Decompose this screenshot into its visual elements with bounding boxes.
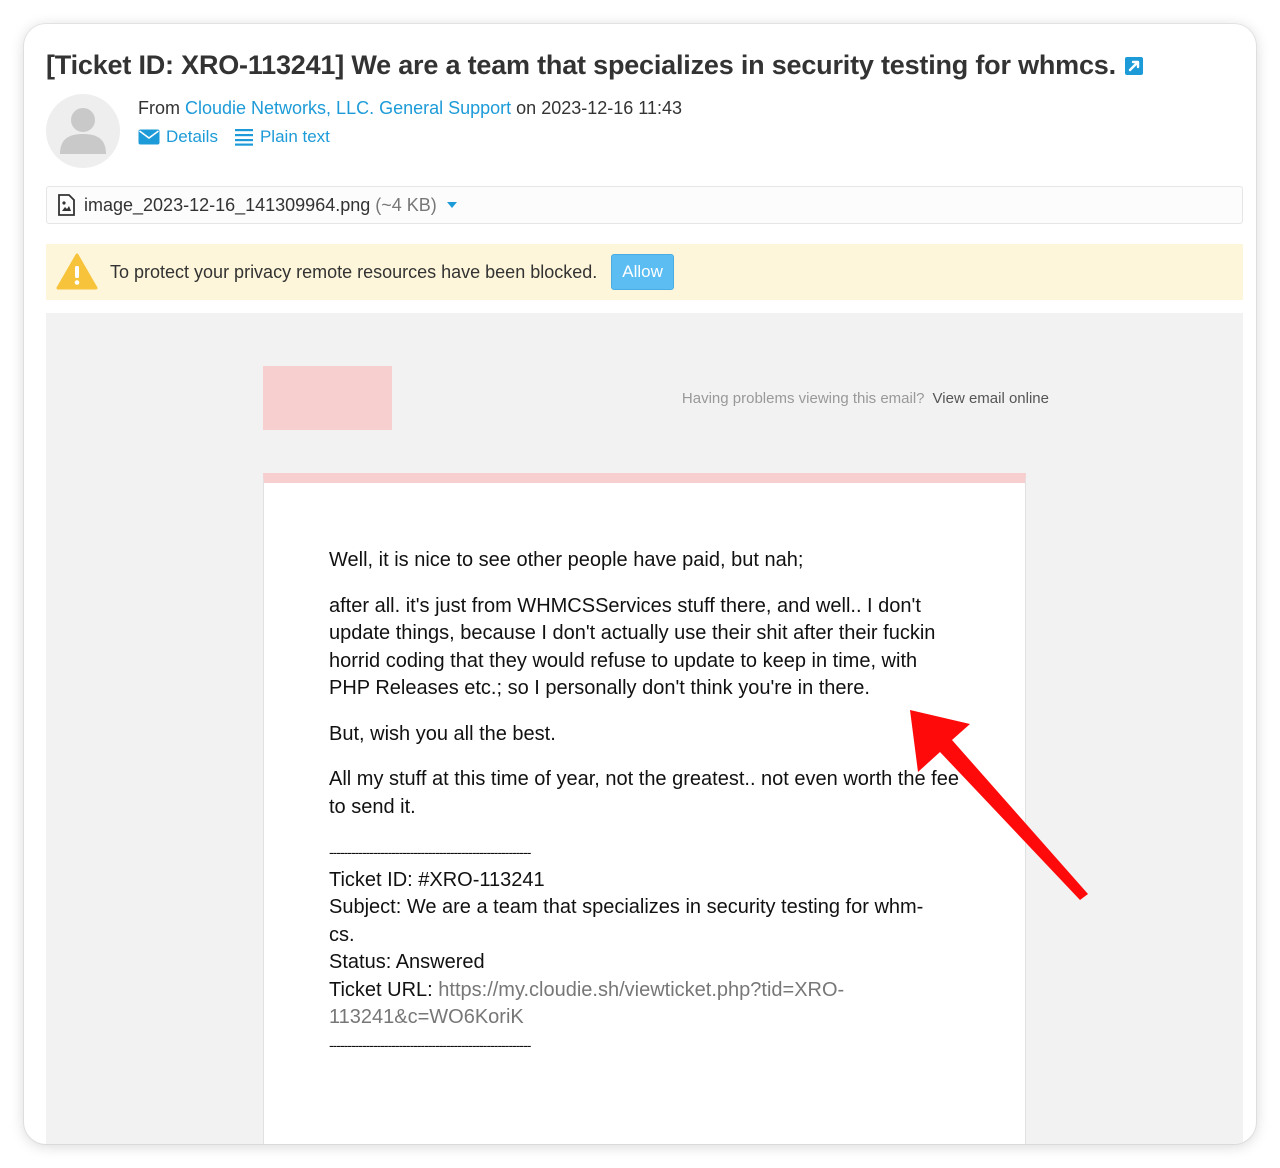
date-prefix: on (511, 98, 542, 118)
signature-url-label: Ticket URL: (329, 978, 439, 1001)
sender-link[interactable]: Cloudie Networks, LLC. General Support (185, 98, 511, 118)
signature-subject-1: Subject: We are a team that specializes … (329, 896, 924, 918)
attachment-size: (~4 KB) (375, 194, 437, 215)
email-from-line: From Cloudie Networks, LLC. General Supp… (138, 98, 682, 119)
attachment-bar[interactable]: image_2023-12-16_141309964.png (~4 KB) (46, 186, 1243, 224)
external-link-icon[interactable] (1124, 52, 1144, 75)
envelope-icon (138, 129, 160, 145)
body-paragraph: All my stuff at this time of year, not t… (329, 768, 959, 818)
from-prefix: From (138, 98, 185, 118)
message-card: Well, it is nice to see other people hav… (263, 473, 1026, 1144)
email-window: [Ticket ID: XRO-113241] We are a team th… (24, 24, 1256, 1144)
lines-icon (234, 129, 253, 146)
signature-rule-top: ----------------------------------------… (329, 844, 531, 860)
signature-subject-2: cs. (329, 923, 355, 946)
signature-rule-bottom: ----------------------------------------… (329, 1036, 531, 1053)
privacy-notice: To protect your privacy remote resources… (46, 244, 1243, 300)
attachment-filename[interactable]: image_2023-12-16_141309964.png (84, 195, 370, 216)
ticket-url-link-cont[interactable]: 113241&c=WO6KoriK (329, 1004, 959, 1032)
email-subject-text: [Ticket ID: XRO-113241] We are a team th… (46, 50, 1116, 80)
email-date: 2023-12-16 11:43 (541, 98, 682, 118)
body-paragraph: after all. it's just from WHMCSServices … (329, 594, 936, 700)
plain-text-button[interactable]: Plain text (234, 127, 330, 147)
warning-icon (56, 253, 98, 290)
body-paragraph: Well, it is nice to see other people hav… (329, 549, 804, 571)
details-label: Details (166, 127, 218, 146)
email-subject: [Ticket ID: XRO-113241] We are a team th… (46, 50, 1144, 81)
ticket-signature: ----------------------------------------… (329, 839, 959, 1059)
viewing-problem-text: Having problems viewing this email? (681, 390, 925, 407)
avatar (46, 94, 120, 168)
allow-button[interactable]: Allow (611, 254, 674, 290)
signature-url-row: Ticket URL: https://my.cloudie.sh/viewti… (329, 977, 959, 1005)
plain-text-label: Plain text (259, 127, 330, 146)
view-online-link[interactable]: View email online (933, 390, 1049, 407)
message-content: Well, it is nice to see other people hav… (329, 547, 959, 1059)
chevron-down-icon[interactable] (446, 202, 457, 208)
details-button[interactable]: Details (138, 127, 218, 147)
view-online-row: Having problems viewing this email? View … (682, 390, 1049, 407)
signature-ticket-id: Ticket ID: #XRO-113241 (329, 868, 545, 891)
email-actions: Details Plain text (138, 127, 330, 147)
user-silhouette-icon (60, 108, 106, 154)
body-paragraph: But, wish you all the best. (329, 722, 556, 745)
image-file-icon (58, 194, 75, 216)
privacy-message: To protect your privacy remote resources… (110, 261, 598, 282)
blocked-logo-placeholder (263, 366, 392, 430)
email-body-area: Having problems viewing this email? View … (46, 313, 1243, 1144)
ticket-url-link[interactable]: https://my.cloudie.sh/viewticket.php?tid… (438, 979, 844, 1001)
signature-status: Status: Answered (329, 951, 485, 973)
